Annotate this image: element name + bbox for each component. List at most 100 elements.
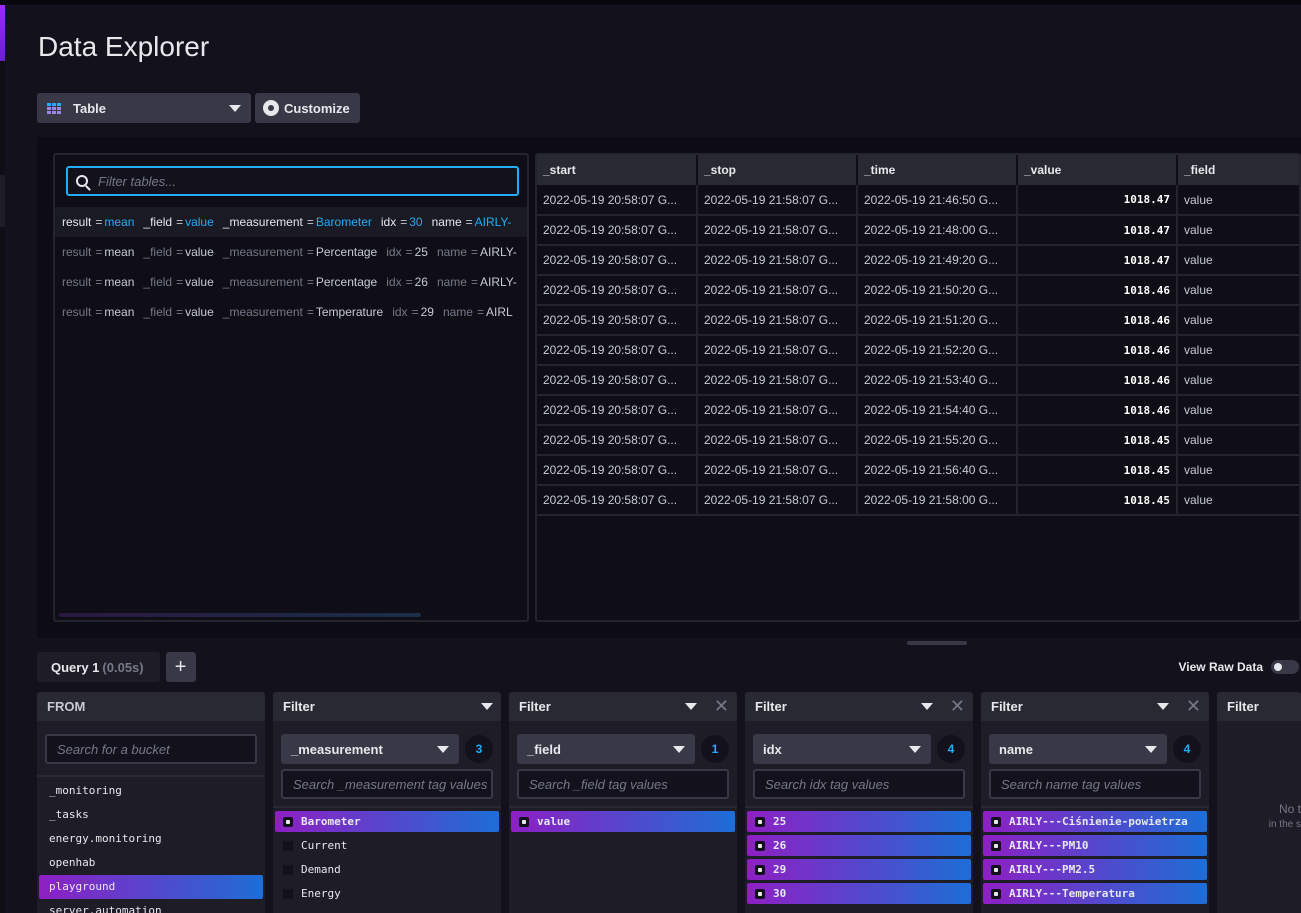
tag-value-item[interactable]: 30	[747, 883, 971, 904]
view-type-label: Table	[73, 100, 106, 116]
bucket-item[interactable]: _tasks	[39, 803, 263, 827]
column-header-field[interactable]: _field	[1177, 155, 1299, 185]
table-key-result: result	[62, 245, 92, 259]
table-key-measurement: _measurement	[222, 305, 303, 319]
tag-key-dropdown[interactable]: _measurement	[281, 734, 459, 764]
filter-card-header: Filter ✕	[745, 692, 973, 721]
tag-value-item[interactable]: AIRLY---Ciśnienie-powietrza	[983, 811, 1207, 832]
equals-sign: =	[95, 275, 103, 289]
table-cell: 1018.46	[1017, 305, 1178, 336]
bucket-item[interactable]: energy.monitoring	[39, 827, 263, 851]
table-cell: 2022-05-19 20:58:07 G...	[537, 365, 698, 396]
view-type-dropdown[interactable]: Table	[37, 93, 251, 123]
filter-card-empty: Filter No t in the s	[1217, 692, 1301, 913]
tag-search-input[interactable]: Search name tag values	[989, 769, 1201, 799]
tag-search-input[interactable]: Search _measurement tag values	[281, 769, 493, 799]
empty-state-subtitle: in the s	[1268, 819, 1301, 830]
tag-value-list: 25 26 29 30	[745, 806, 973, 907]
tag-value-item[interactable]: 26	[747, 835, 971, 856]
customize-button[interactable]: Customize	[255, 93, 360, 123]
tag-value-item[interactable]: 29	[747, 859, 971, 880]
checkbox-icon	[991, 816, 1001, 827]
table-cell: value	[1177, 245, 1299, 276]
filter-card-name: Filter ✕ name 4 Search name tag values AIRLY-…	[981, 692, 1209, 913]
table-list-item[interactable]: result = mean _field = value _measurement = Perc…	[55, 237, 527, 267]
tag-value-label: Barometer	[301, 815, 361, 828]
tag-key-dropdown[interactable]: idx	[753, 734, 931, 764]
tag-value-item[interactable]: AIRLY---PM2.5	[983, 859, 1207, 880]
tag-value-item[interactable]: Current	[275, 835, 499, 856]
tag-value-item[interactable]: AIRLY---PM10	[983, 835, 1207, 856]
equals-sign: =	[95, 245, 103, 259]
checkbox-icon	[991, 864, 1001, 875]
view-raw-label: View Raw Data	[1178, 660, 1263, 674]
bucket-item[interactable]: _monitoring	[39, 779, 263, 803]
tag-key-dropdown[interactable]: _field	[517, 734, 695, 764]
tag-value-item[interactable]: Energy	[275, 883, 499, 904]
chevron-down-icon	[1145, 746, 1157, 753]
bucket-search-input[interactable]: Search for a bucket	[45, 734, 257, 764]
table-key-name: name	[436, 275, 467, 289]
query-tab-label: Query 1	[51, 659, 100, 675]
tag-value-item[interactable]: AIRLY---Temperatura	[983, 883, 1207, 904]
tag-value-item[interactable]: Demand	[275, 859, 499, 880]
horizontal-scrollbar[interactable]	[59, 613, 421, 617]
table-cell: 1018.45	[1017, 455, 1178, 486]
resize-handle[interactable]	[907, 641, 967, 645]
checkbox-icon	[283, 840, 293, 851]
query-tab[interactable]: Query 1 (0.05s)	[37, 652, 160, 682]
tag-key-label: idx	[763, 741, 782, 757]
column-header-value[interactable]: _value	[1017, 155, 1178, 185]
tag-value-item[interactable]: value	[511, 811, 735, 832]
chevron-down-icon[interactable]	[921, 703, 933, 710]
tag-value-item[interactable]: Barometer	[275, 811, 499, 832]
chevron-down-icon[interactable]	[481, 703, 493, 710]
checkbox-icon	[519, 816, 529, 827]
table-cell: 2022-05-19 21:58:07 G...	[697, 485, 858, 516]
table-cell: 2022-05-19 21:55:20 G...	[857, 425, 1018, 456]
table-key-result: result	[62, 275, 92, 289]
tag-search-input[interactable]: Search _field tag values	[517, 769, 729, 799]
filter-card-title: Filter	[519, 699, 551, 714]
table-row: 2022-05-19 20:58:07 G... 2022-05-19 21:58…	[537, 365, 1299, 396]
close-icon[interactable]: ✕	[714, 696, 729, 717]
checkbox-icon	[283, 816, 293, 827]
selected-count-badge: 4	[1173, 735, 1201, 763]
table-key-field: _field	[143, 305, 173, 319]
tag-key-dropdown[interactable]: name	[989, 734, 1167, 764]
tag-value-item[interactable]: Frequency	[275, 907, 499, 913]
column-header-time[interactable]: _time	[857, 155, 1018, 185]
close-icon[interactable]: ✕	[1186, 696, 1201, 717]
column-header-start[interactable]: _start	[537, 155, 698, 185]
tag-value-label: Energy	[301, 887, 341, 900]
table-list-item[interactable]: result = mean _field = value _measurement = Temp…	[55, 297, 527, 327]
table-value-name: AIRLY-	[480, 275, 517, 289]
table-cell: value	[1177, 335, 1299, 366]
chevron-down-icon[interactable]	[685, 703, 697, 710]
checkbox-icon	[755, 864, 765, 875]
table-key-idx: idx	[380, 215, 397, 229]
table-cell: value	[1177, 425, 1299, 456]
bucket-item[interactable]: server.automation	[39, 899, 263, 913]
view-raw-toggle[interactable]	[1271, 660, 1299, 674]
tag-search-input[interactable]: Search idx tag values	[753, 769, 965, 799]
bucket-item[interactable]: openhab	[39, 851, 263, 875]
chevron-down-icon[interactable]	[1157, 703, 1169, 710]
table-key-idx: idx	[392, 305, 408, 319]
column-header-stop[interactable]: _stop	[697, 155, 858, 185]
table-row: 2022-05-19 20:58:07 G... 2022-05-19 21:58…	[537, 305, 1299, 336]
bucket-item[interactable]: playground	[39, 875, 263, 899]
table-value-name: AIRLY-	[480, 245, 517, 259]
checkbox-icon	[755, 840, 765, 851]
filter-tables-input[interactable]: Filter tables...	[66, 166, 519, 196]
filter-card-header: Filter	[273, 692, 501, 721]
table-cell: 2022-05-19 20:58:07 G...	[537, 335, 698, 366]
toolbar: Table Customize	[37, 93, 360, 123]
tag-value-item[interactable]: 25	[747, 811, 971, 832]
table-cell: 2022-05-19 20:58:07 G...	[537, 215, 698, 246]
close-icon[interactable]: ✕	[950, 696, 965, 717]
chevron-down-icon	[437, 746, 449, 753]
table-list-item[interactable]: result = mean _field = value _measurement = Baro…	[55, 207, 527, 237]
add-query-button[interactable]: +	[165, 652, 196, 682]
table-list-item[interactable]: result = mean _field = value _measurement = Perc…	[55, 267, 527, 297]
